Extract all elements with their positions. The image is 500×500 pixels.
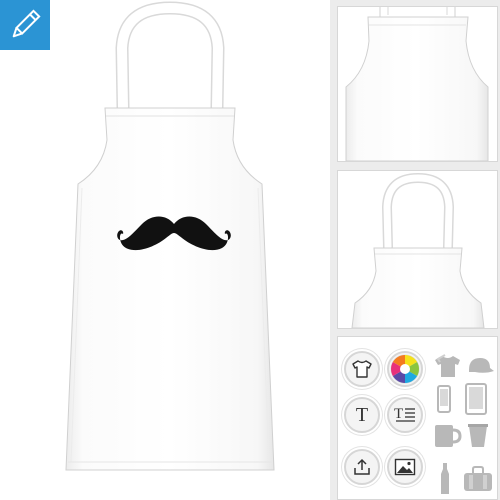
pencil-icon bbox=[12, 9, 41, 38]
edit-design-button[interactable] bbox=[0, 0, 50, 50]
mustache-icon[interactable] bbox=[116, 212, 232, 254]
cup-icon[interactable] bbox=[467, 423, 489, 449]
cap-icon[interactable] bbox=[465, 355, 495, 377]
bag-icon[interactable] bbox=[462, 465, 494, 493]
phone-case-icon[interactable] bbox=[436, 385, 452, 413]
text-lines-icon: T bbox=[394, 406, 415, 422]
add-image-button[interactable] bbox=[387, 449, 423, 485]
add-text-button[interactable]: T bbox=[344, 397, 380, 433]
text-layout-button[interactable]: T bbox=[387, 397, 423, 433]
tools-panel: T T bbox=[337, 336, 498, 500]
text-icon: T bbox=[355, 403, 369, 426]
upload-button[interactable] bbox=[344, 449, 380, 485]
view-thumbnail-back[interactable] bbox=[337, 6, 498, 162]
bottle-icon[interactable] bbox=[438, 462, 452, 496]
apron-back-image bbox=[345, 7, 489, 161]
color-wheel-icon bbox=[390, 354, 420, 384]
apron-front-top-image bbox=[351, 172, 485, 328]
tshirt-icon bbox=[352, 360, 372, 378]
product-choice-button[interactable] bbox=[344, 351, 380, 387]
image-icon bbox=[394, 458, 416, 476]
color-choice-button[interactable] bbox=[387, 351, 423, 387]
svg-text:T: T bbox=[394, 406, 403, 422]
mug-icon[interactable] bbox=[432, 423, 462, 449]
view-thumbnail-front[interactable] bbox=[337, 170, 498, 329]
main-product-view bbox=[0, 0, 330, 500]
clothing-icon[interactable] bbox=[433, 353, 461, 379]
tablet-case-icon[interactable] bbox=[464, 383, 488, 415]
upload-icon bbox=[354, 458, 370, 475]
